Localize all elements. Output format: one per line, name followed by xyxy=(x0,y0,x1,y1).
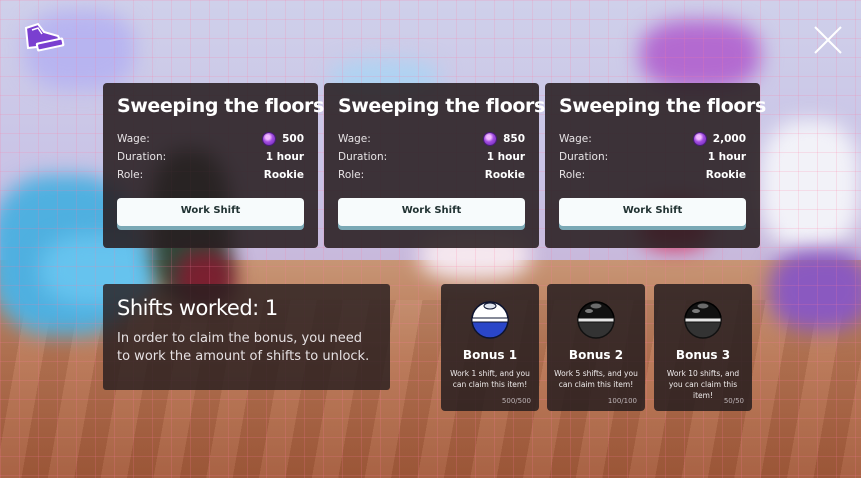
work-shift-button[interactable]: Work Shift xyxy=(117,198,304,226)
duration-row: Duration: 1 hour xyxy=(338,148,525,166)
duration-label: Duration: xyxy=(559,151,609,163)
work-shift-button[interactable]: Work Shift xyxy=(559,198,746,226)
duration-value: 1 hour xyxy=(707,151,746,163)
bonus-orb-icon xyxy=(471,301,509,339)
duration-label: Duration: xyxy=(338,151,388,163)
bonus-title: Bonus 1 xyxy=(462,348,518,362)
bonus-progress: 100/100 xyxy=(607,397,637,405)
wage-value: 500 xyxy=(263,133,304,145)
bonus-card[interactable]: Bonus 1 Work 1 shift, and you can claim … xyxy=(441,284,539,411)
bonus-card[interactable]: Bonus 2 Work 5 shifts, and you can claim… xyxy=(547,284,645,411)
bonus-description: Work 5 shifts, and you can claim this it… xyxy=(554,369,638,389)
wage-amount: 850 xyxy=(503,133,525,145)
wage-label: Wage: xyxy=(117,133,150,145)
bonus-card[interactable]: Bonus 3 Work 10 shifts, and you can clai… xyxy=(654,284,752,411)
duration-label: Duration: xyxy=(117,151,167,163)
bonus-orb-icon xyxy=(577,301,615,339)
wage-value: 2,000 xyxy=(693,133,746,145)
job-title: Sweeping the floors xyxy=(338,95,545,117)
bonus-orb-icon xyxy=(684,301,722,339)
job-title: Sweeping the floors xyxy=(559,95,766,117)
duration-value: 1 hour xyxy=(265,151,304,163)
wage-row: Wage: 500 xyxy=(117,130,304,148)
duration-row: Duration: 1 hour xyxy=(559,148,746,166)
role-row: Role: Rookie xyxy=(117,166,304,184)
wage-amount: 2,000 xyxy=(712,133,746,145)
wage-label: Wage: xyxy=(559,133,592,145)
wage-row: Wage: 2,000 xyxy=(559,130,746,148)
role-value: Rookie xyxy=(484,169,525,181)
job-card: Sweeping the floors Wage: 850 Duration: … xyxy=(324,83,545,248)
wage-row: Wage: 850 xyxy=(338,130,525,148)
gem-icon xyxy=(263,133,276,145)
gem-icon xyxy=(484,133,497,145)
sneaker-logo-icon xyxy=(22,22,66,54)
role-row: Role: Rookie xyxy=(338,166,525,184)
role-label: Role: xyxy=(338,169,365,181)
wage-value: 850 xyxy=(484,133,525,145)
wage-label: Wage: xyxy=(338,133,371,145)
shifts-worked-title: Shifts worked: 1 xyxy=(117,296,278,320)
duration-value: 1 hour xyxy=(486,151,525,163)
role-label: Role: xyxy=(117,169,144,181)
shifts-description: In order to claim the bonus, you need to… xyxy=(117,331,370,364)
work-shift-button[interactable]: Work Shift xyxy=(338,198,525,226)
shifts-panel: Shifts worked: 1 In order to claim the b… xyxy=(103,284,390,390)
role-value: Rookie xyxy=(263,169,304,181)
role-label: Role: xyxy=(559,169,586,181)
job-card: Sweeping the floors Wage: 500 Duration: … xyxy=(103,83,324,248)
duration-row: Duration: 1 hour xyxy=(117,148,304,166)
job-title: Sweeping the floors xyxy=(117,95,324,117)
gem-icon xyxy=(693,133,706,145)
bonus-description: Work 1 shift, and you can claim this ite… xyxy=(450,369,530,389)
bonus-progress: 500/500 xyxy=(501,397,531,405)
role-value: Rookie xyxy=(705,169,746,181)
close-icon[interactable] xyxy=(812,24,844,56)
job-card: Sweeping the floors Wage: 2,000 Duration… xyxy=(545,83,766,248)
role-row: Role: Rookie xyxy=(559,166,746,184)
bonus-title: Bonus 2 xyxy=(568,348,624,362)
bonus-progress: 50/50 xyxy=(723,397,744,405)
wage-amount: 500 xyxy=(282,133,304,145)
bonus-title: Bonus 3 xyxy=(675,348,731,362)
